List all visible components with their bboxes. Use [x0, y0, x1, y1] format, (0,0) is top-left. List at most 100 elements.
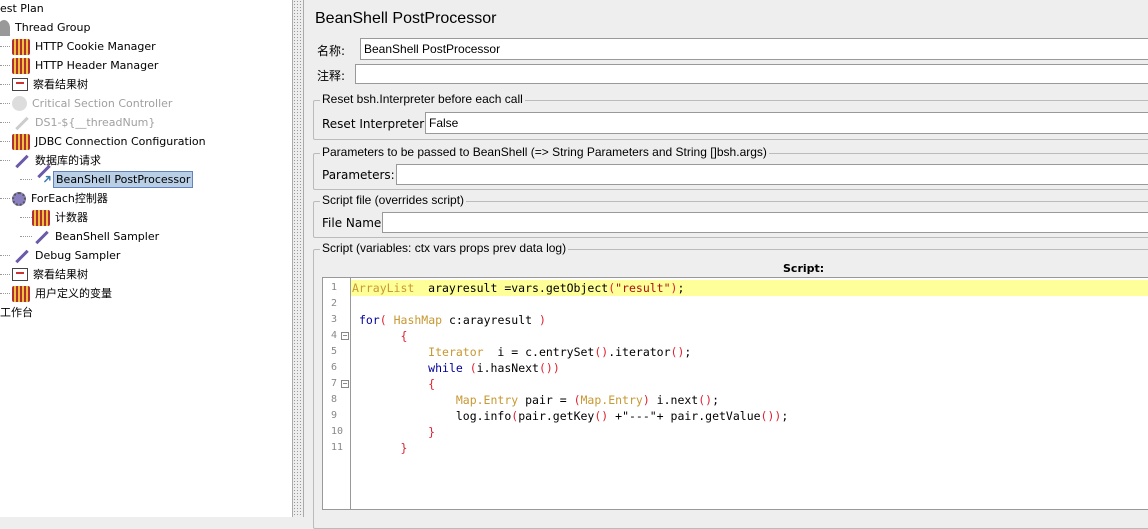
beanshell-postprocessor-panel: BeanShell PostProcessor 名称: BeanShell Po…	[304, 0, 1148, 529]
tree-node[interactable]: ForEach控制器	[12, 189, 110, 208]
code-line[interactable]	[351, 296, 1148, 312]
code-token: }	[400, 441, 408, 455]
tree-connector	[0, 103, 10, 104]
tree-connector	[0, 46, 10, 47]
tree-node[interactable]: est Plan	[0, 0, 46, 18]
code-token: )	[539, 313, 546, 327]
file-name-label: File Name:	[322, 216, 386, 230]
sampler-icon	[12, 115, 30, 131]
code-token: HashMap	[393, 313, 443, 327]
code-token: ())	[760, 409, 782, 423]
tree-connector	[0, 293, 10, 294]
line-number: 10	[331, 426, 344, 437]
name-input[interactable]: BeanShell PostProcessor	[360, 38, 1148, 60]
tree-node[interactable]: 工作台	[0, 303, 35, 322]
tree-node[interactable]: BeanShell Sampler	[32, 227, 161, 246]
code-line[interactable]: }	[351, 424, 1148, 440]
parameters-input[interactable]	[396, 164, 1148, 185]
code-token: ()	[698, 393, 713, 407]
tree-node[interactable]: Debug Sampler	[12, 246, 122, 265]
line-number: 9	[331, 410, 338, 421]
tree-node-label: est Plan	[0, 2, 44, 15]
fold-toggle-icon[interactable]: −	[341, 380, 349, 388]
tree-node[interactable]: BeanShell PostProcessor	[32, 170, 194, 189]
listener-icon	[12, 78, 28, 91]
reset-interpreter-group: Reset bsh.Interpreter before each call R…	[313, 92, 1148, 140]
tree-node[interactable]: 用户定义的变量	[12, 284, 114, 303]
tree-node[interactable]: 察看结果树	[12, 265, 90, 284]
script-editor[interactable]: 1 2 3 4− 5 6 7− 8 9 10 11 ArrayList arayresult =va…	[322, 277, 1148, 510]
tree-node[interactable]: Thread Group	[0, 18, 92, 37]
code-line[interactable]: for( HashMap c:arayresult )	[351, 312, 1148, 328]
code-token: Iterator	[428, 345, 484, 359]
code-line[interactable]: {	[351, 376, 1148, 392]
tree-node-label: ForEach控制器	[31, 192, 108, 205]
code-token: ArrayList	[352, 281, 415, 295]
script-file-group: Script file (overrides script) File Name…	[313, 193, 1148, 238]
tree-node[interactable]: 察看结果树	[12, 75, 90, 94]
line-number: 11	[331, 442, 344, 453]
tree-connector	[20, 217, 32, 218]
code-token: pair.getKey	[518, 409, 595, 423]
tree-connector	[20, 236, 32, 237]
code-token: +"---"+ pair.getValue	[608, 409, 761, 423]
tree-node[interactable]: 数据库的请求	[12, 151, 103, 170]
code-token: (	[573, 393, 581, 407]
line-number: 8	[331, 394, 338, 405]
code-token: ;	[684, 345, 692, 359]
code-token: for	[358, 313, 380, 327]
splitter-handle[interactable]	[292, 0, 304, 517]
code-line[interactable]: {	[351, 328, 1148, 344]
file-name-input[interactable]	[382, 212, 1148, 233]
code-token: ;	[712, 393, 720, 407]
tree-node-label: Debug Sampler	[35, 249, 121, 262]
test-plan-tree[interactable]: est Plan Thread Group HTTP Cookie Manager H…	[0, 0, 292, 517]
tree-node-label: Thread Group	[15, 21, 91, 34]
tree-node[interactable]: 计数器	[32, 208, 90, 227]
code-token: i = c.entrySet	[483, 345, 595, 359]
code-token: ()	[594, 409, 609, 423]
tree-node[interactable]: JDBC Connection Configuration	[12, 132, 208, 151]
code-token: .iterator	[608, 345, 671, 359]
code-line[interactable]: while (i.hasNext())	[351, 360, 1148, 376]
code-token: ;	[781, 409, 789, 423]
name-label: 名称:	[317, 44, 346, 58]
code-token: Map.Entry	[455, 393, 519, 407]
tree-connector	[0, 65, 10, 66]
post-processor-icon	[32, 172, 50, 188]
parameters-group: Parameters to be passed to BeanShell (=>…	[313, 145, 1148, 190]
script-file-group-title: Script file (overrides script)	[320, 193, 467, 207]
code-line[interactable]: Iterator i = c.entrySet().iterator();	[351, 344, 1148, 360]
tree-node[interactable]: Critical Section Controller	[12, 94, 174, 113]
tree-connector	[0, 141, 10, 142]
tree-node-label: 察看结果树	[33, 268, 88, 281]
line-number-gutter: 1 2 3 4− 5 6 7− 8 9 10 11	[323, 278, 351, 509]
code-line[interactable]: }	[351, 440, 1148, 456]
tree-node[interactable]: HTTP Header Manager	[12, 56, 160, 75]
listener-icon	[12, 268, 28, 281]
tree-node-label: BeanShell Sampler	[55, 230, 160, 243]
parameters-group-title: Parameters to be passed to BeanShell (=>…	[320, 145, 769, 159]
code-token: i.next	[649, 393, 699, 407]
sampler-icon	[12, 248, 30, 264]
code-line[interactable]: log.info(pair.getKey() +"---"+ pair.getV…	[351, 408, 1148, 424]
reset-interpreter-input[interactable]: False	[425, 112, 1148, 134]
code-token: arayresult =vars.getObject	[414, 281, 609, 295]
page-title: BeanShell PostProcessor	[315, 10, 497, 27]
comment-input[interactable]	[355, 64, 1148, 84]
tree-connector	[0, 255, 10, 256]
code-line[interactable]: Map.Entry pair = (Map.Entry) i.next();	[351, 392, 1148, 408]
tree-node[interactable]: HTTP Cookie Manager	[12, 37, 158, 56]
code-token: "result"	[615, 281, 671, 295]
script-group-title: Script (variables: ctx vars props prev d…	[320, 241, 569, 255]
tree-node[interactable]: DS1-${__threadNum}	[12, 113, 157, 132]
foreach-controller-icon	[12, 191, 26, 206]
code-token: pair =	[518, 393, 574, 407]
code-line[interactable]: ArrayList arayresult =vars.getObject("re…	[351, 280, 1148, 296]
fold-toggle-icon[interactable]: −	[341, 332, 349, 340]
